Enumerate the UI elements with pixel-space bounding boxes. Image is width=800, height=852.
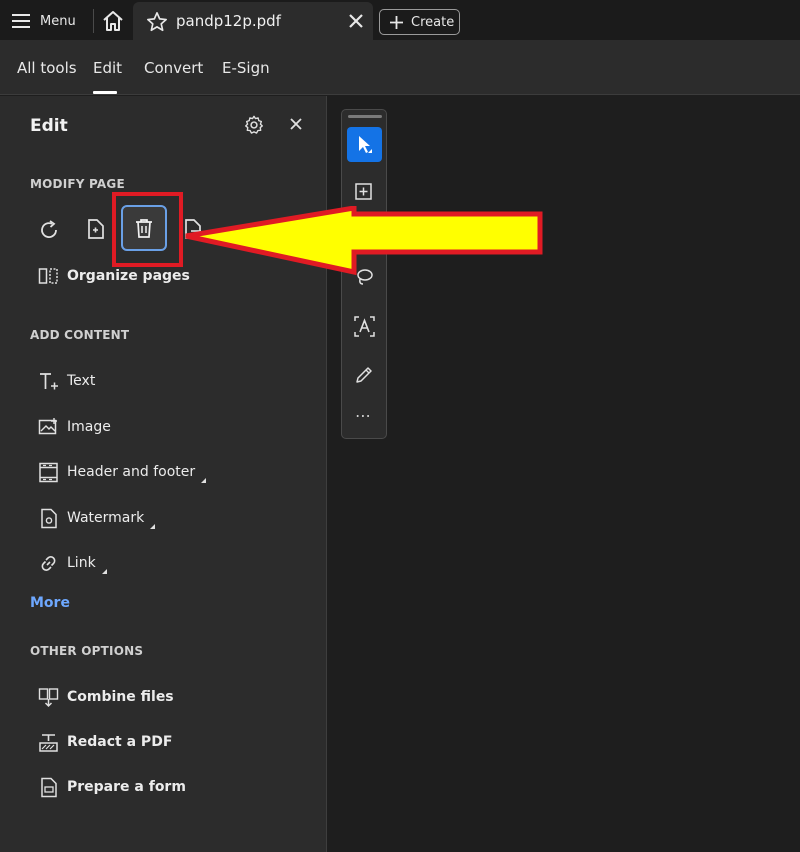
document-tab[interactable]: pandp12p.pdf <box>133 2 373 40</box>
draw-icon <box>356 367 372 383</box>
image-icon <box>38 417 57 434</box>
tab-title: pandp12p.pdf <box>176 12 281 30</box>
image-label: Image <box>67 419 111 435</box>
delete-pages-button[interactable] <box>121 205 167 251</box>
tab-convert[interactable]: Convert <box>144 59 203 77</box>
combine-files-label: Combine files <box>67 689 174 705</box>
tab-edit[interactable]: Edit <box>93 59 122 77</box>
prepare-form-icon <box>41 777 57 797</box>
add-text-item[interactable]: Text <box>38 369 95 393</box>
organize-pages-label: Organize pages <box>67 268 190 284</box>
add-content-heading: ADD CONTENT <box>30 328 130 342</box>
watermark-label: Watermark <box>67 510 145 526</box>
title-bar: Menu pandp12p.pdf Create <box>0 0 800 40</box>
text-label: Text <box>67 373 96 389</box>
header-footer-label: Header and footer <box>67 464 196 480</box>
submenu-indicator-icon <box>101 568 107 574</box>
draw-tool[interactable] <box>347 356 382 391</box>
more-link[interactable]: More <box>30 595 70 611</box>
text-recognition-icon <box>354 316 375 337</box>
home-icon[interactable] <box>101 9 125 33</box>
close-tab-icon[interactable] <box>347 12 365 30</box>
link-item[interactable]: Link <box>38 551 107 575</box>
select-icon <box>359 136 372 153</box>
redact-icon <box>39 733 58 752</box>
star-icon[interactable] <box>146 11 168 33</box>
organize-pages-item[interactable]: Organize pages <box>38 264 190 288</box>
header-footer-icon <box>39 462 58 482</box>
prepare-form-item[interactable]: Prepare a form <box>38 775 186 799</box>
trash-icon <box>136 219 152 238</box>
modify-page-heading: MODIFY PAGE <box>30 177 125 191</box>
submenu-indicator-icon <box>201 477 207 483</box>
tab-all-tools[interactable]: All tools <box>17 59 77 77</box>
menu-label: Menu <box>40 13 76 29</box>
tab-e-sign[interactable]: E-Sign <box>222 59 270 77</box>
gear-icon[interactable] <box>243 114 265 136</box>
header-footer-item[interactable]: Header and footer <box>38 460 207 484</box>
plus-icon <box>390 15 403 29</box>
nav-bar: All tools Edit Convert E-Sign <box>0 40 800 95</box>
create-button[interactable]: Create <box>379 9 460 35</box>
link-icon <box>41 555 56 571</box>
close-panel-icon[interactable] <box>289 117 303 131</box>
watermark-icon <box>41 508 57 528</box>
hamburger-icon <box>12 14 30 28</box>
redact-pdf-item[interactable]: Redact a PDF <box>38 730 172 754</box>
create-label: Create <box>411 14 455 30</box>
add-comment-icon <box>355 183 372 200</box>
add-image-item[interactable]: Image <box>38 415 111 439</box>
insert-page-icon[interactable] <box>84 217 108 241</box>
organize-pages-icon <box>38 267 58 284</box>
text-icon <box>40 372 58 389</box>
redact-pdf-label: Redact a PDF <box>67 734 173 750</box>
link-label: Link <box>67 555 96 571</box>
add-comment-tool[interactable] <box>347 175 382 210</box>
watermark-item[interactable]: Watermark <box>38 506 156 530</box>
active-tab-indicator <box>93 91 117 94</box>
combine-files-icon <box>38 687 59 707</box>
text-recognition-tool[interactable] <box>347 309 382 344</box>
other-options-heading: OTHER OPTIONS <box>30 644 144 658</box>
submenu-indicator-icon <box>150 523 156 529</box>
drag-handle[interactable] <box>348 115 382 118</box>
more-tools-icon[interactable]: ⋯ <box>355 406 373 425</box>
prepare-form-label: Prepare a form <box>67 779 186 795</box>
annotation-arrow-icon <box>185 206 543 276</box>
rotate-icon[interactable] <box>37 218 61 242</box>
select-tool[interactable] <box>347 127 382 162</box>
divider <box>93 9 94 33</box>
panel-title: Edit <box>30 116 68 136</box>
combine-files-item[interactable]: Combine files <box>38 685 174 709</box>
menu-button[interactable]: Menu <box>12 8 76 34</box>
